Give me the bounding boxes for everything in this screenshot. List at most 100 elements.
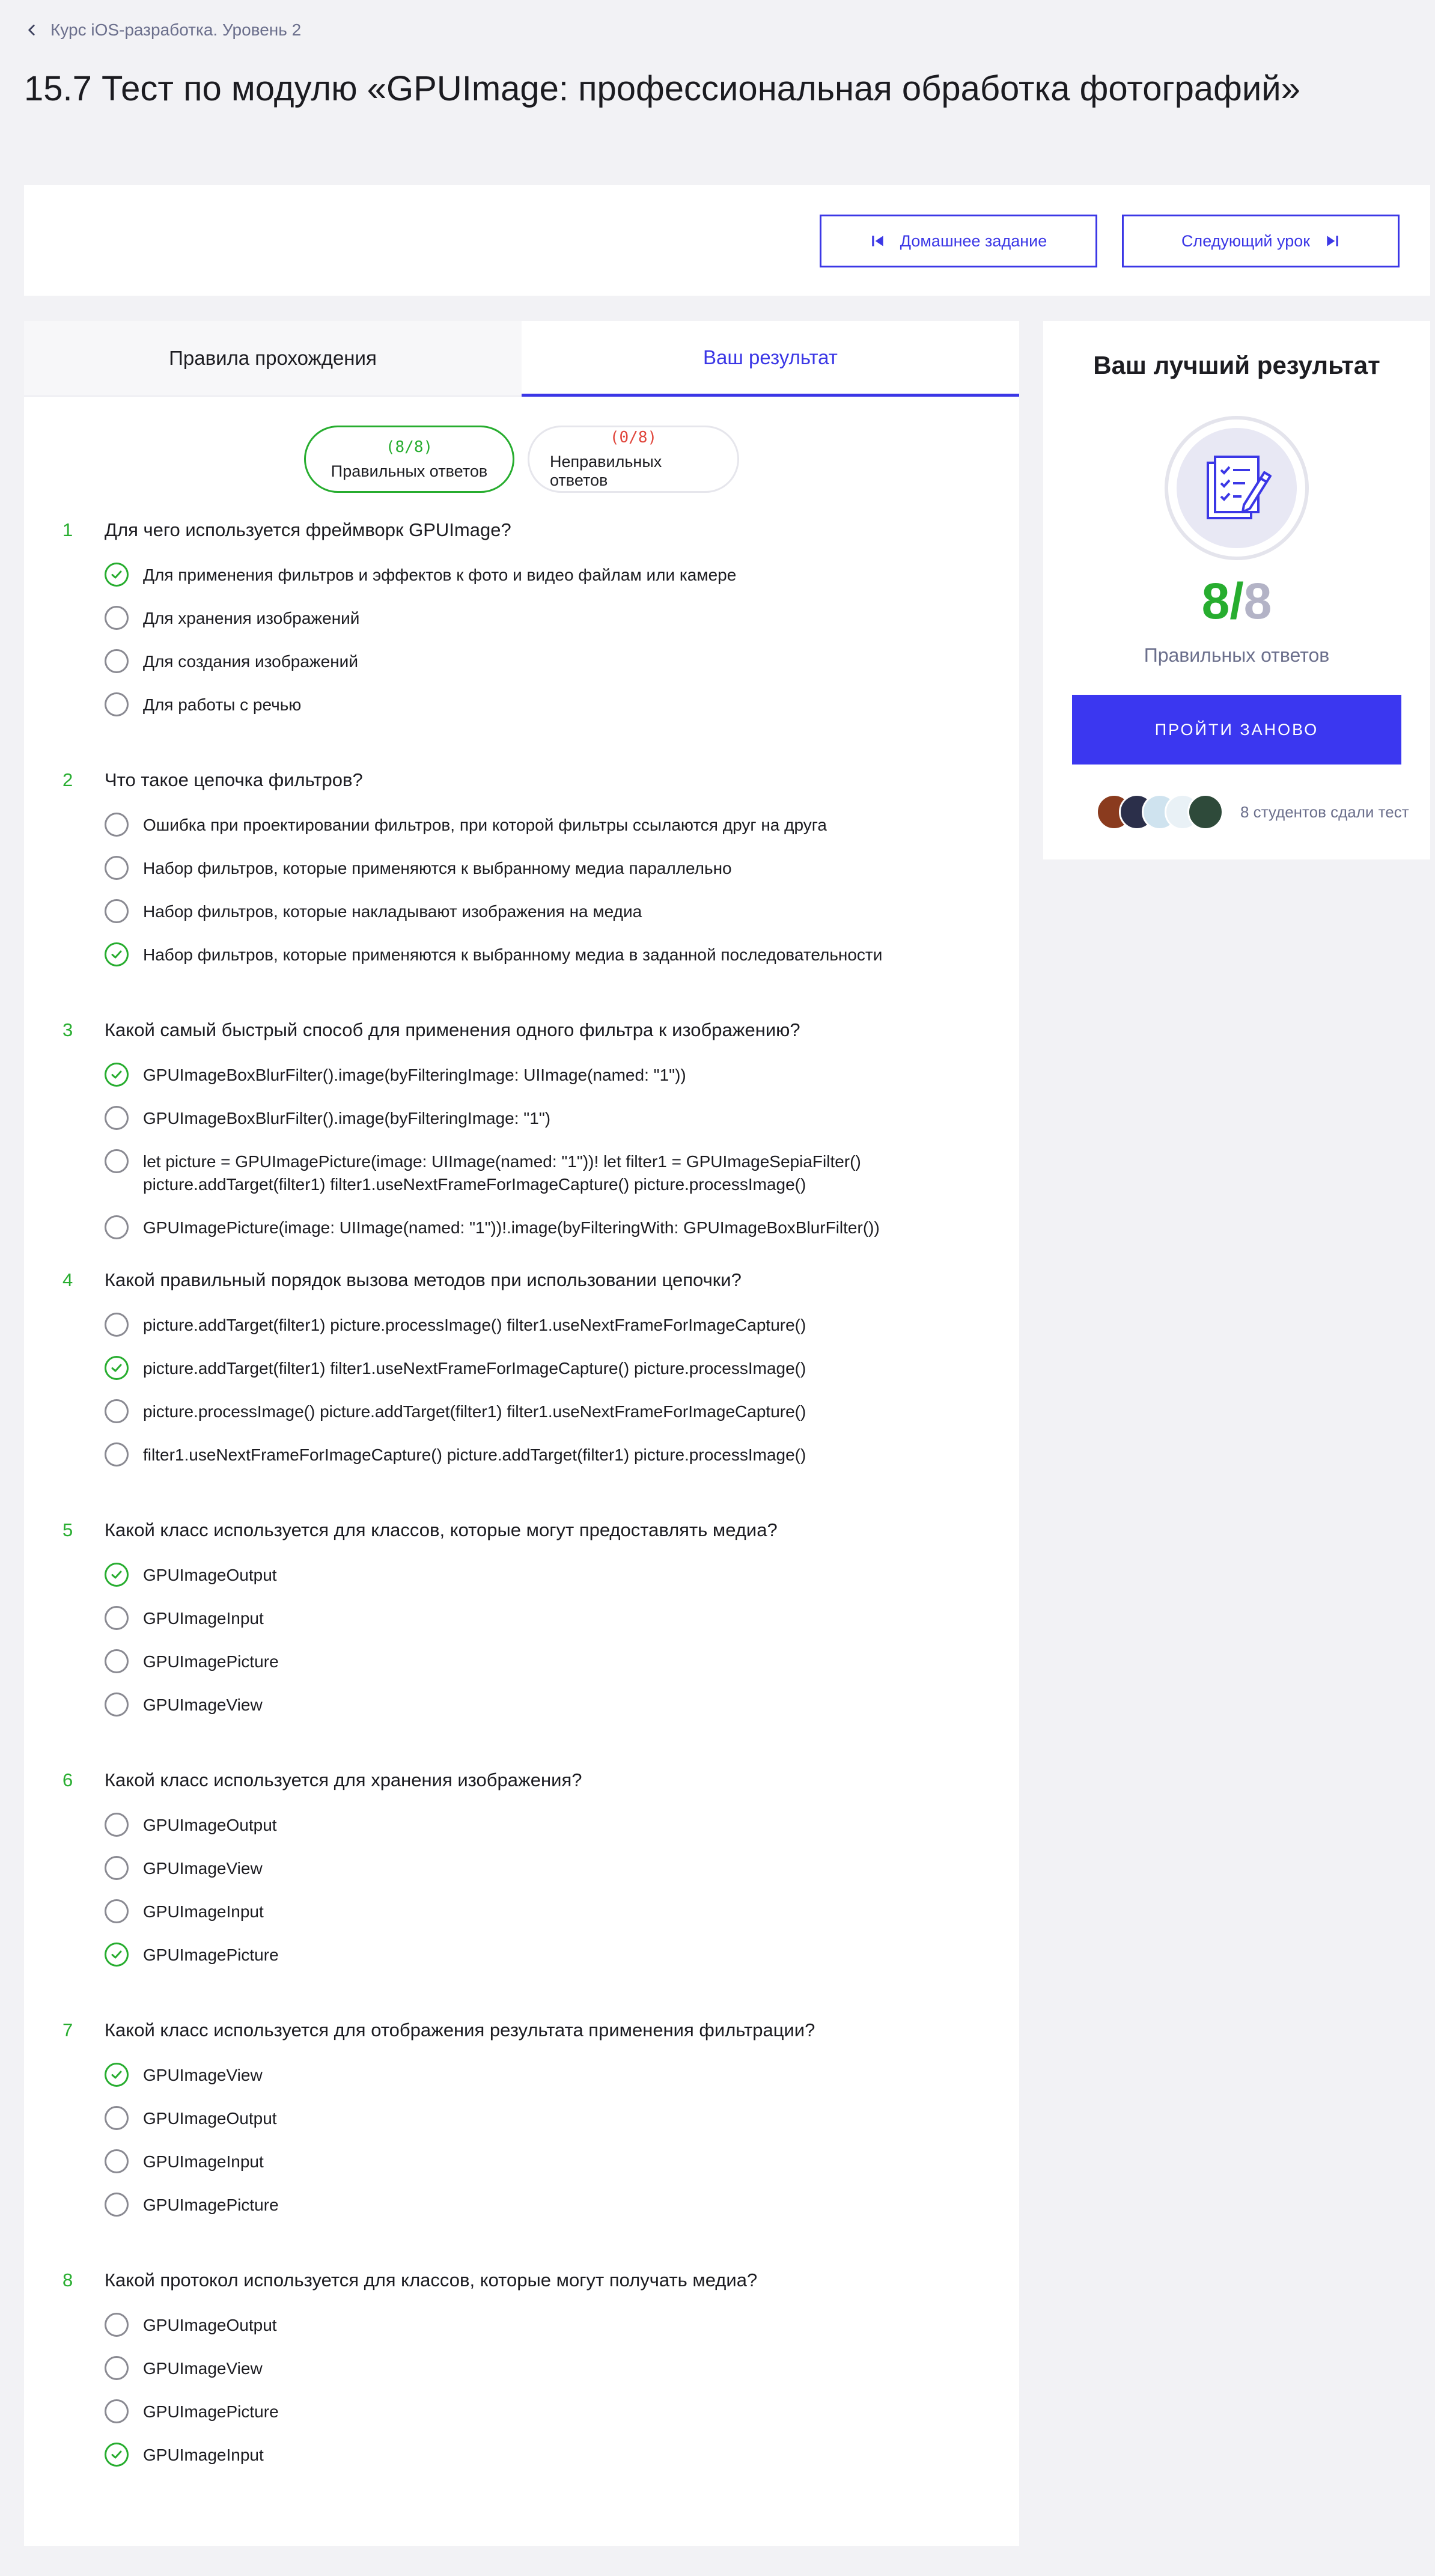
- radio-unchecked-icon[interactable]: [105, 2399, 129, 2423]
- radio-unchecked-icon[interactable]: [105, 813, 129, 837]
- answer-option[interactable]: GPUImageInput: [105, 2149, 958, 2173]
- radio-unchecked-icon[interactable]: [105, 2356, 129, 2380]
- answer-option[interactable]: GPUImagePicture(image: UIImage(named: "1…: [105, 1215, 958, 1239]
- student-avatars: [1096, 794, 1223, 830]
- radio-unchecked-icon[interactable]: [105, 1106, 129, 1130]
- answer-option[interactable]: GPUImagePicture: [105, 1943, 958, 1967]
- wrong-answers-filter[interactable]: (0/8) Неправильных ответов: [528, 426, 739, 493]
- answer-option[interactable]: Для работы с речью: [105, 692, 958, 716]
- radio-unchecked-icon[interactable]: [105, 899, 129, 923]
- answer-option[interactable]: GPUImageBoxBlurFilter().image(byFilterin…: [105, 1106, 958, 1130]
- radio-unchecked-icon[interactable]: [105, 2313, 129, 2337]
- radio-unchecked-icon[interactable]: [105, 692, 129, 716]
- answer-option[interactable]: GPUImageInput: [105, 1899, 958, 1923]
- radio-checked-icon[interactable]: [105, 563, 129, 587]
- radio-checked-icon[interactable]: [105, 1063, 129, 1087]
- correct-answers-filter[interactable]: (8/8) Правильных ответов: [304, 426, 514, 493]
- question-number: 2: [62, 769, 73, 790]
- question: 2 Что такое цепочка фильтров? Ошибка при п…: [24, 769, 1019, 1019]
- radio-checked-icon[interactable]: [105, 1356, 129, 1380]
- question: 8 Какой протокол используется для классов…: [24, 2269, 1019, 2520]
- radio-unchecked-icon[interactable]: [105, 1856, 129, 1880]
- radio-unchecked-icon[interactable]: [105, 2149, 129, 2173]
- tab-rules[interactable]: Правила прохождения: [24, 321, 522, 397]
- answer-option[interactable]: picture.processImage() picture.addTarget…: [105, 1399, 958, 1423]
- score-total: 8: [1243, 573, 1272, 629]
- best-result-card: Ваш лучший результат 8/8 Правильных отве…: [1043, 321, 1430, 859]
- students-passed[interactable]: 8 студентов сдали тест: [1096, 792, 1409, 832]
- answer-option[interactable]: GPUImageOutput: [105, 2106, 958, 2130]
- correct-count: (8/8): [385, 438, 433, 456]
- answer-option[interactable]: let picture = GPUImagePicture(image: UII…: [105, 1149, 958, 1196]
- answer-option[interactable]: picture.addTarget(filter1) picture.proce…: [105, 1313, 958, 1337]
- correct-label: Правильных ответов: [331, 462, 488, 480]
- radio-unchecked-icon[interactable]: [105, 1215, 129, 1239]
- radio-checked-icon[interactable]: [105, 1943, 129, 1967]
- answer-option[interactable]: Для хранения изображений: [105, 606, 958, 630]
- answer-option[interactable]: GPUImageOutput: [105, 1813, 958, 1837]
- answer-option[interactable]: GPUImageOutput: [105, 2313, 958, 2337]
- test-badge: [1165, 416, 1309, 560]
- answer-option[interactable]: GPUImagePicture: [105, 1649, 958, 1673]
- skip-back-icon: [872, 236, 883, 246]
- answer-option[interactable]: Ошибка при проектировании фильтров, при …: [105, 813, 958, 837]
- answer-option[interactable]: GPUImagePicture: [105, 2193, 958, 2217]
- question: 7 Какой класс используется для отображени…: [24, 2019, 1019, 2269]
- answer-option[interactable]: GPUImageOutput: [105, 1563, 958, 1587]
- radio-unchecked-icon[interactable]: [105, 1813, 129, 1837]
- answer-option[interactable]: GPUImageInput: [105, 1606, 958, 1630]
- radio-checked-icon[interactable]: [105, 2443, 129, 2467]
- radio-unchecked-icon[interactable]: [105, 1606, 129, 1630]
- answer-text: GPUImageInput: [143, 2152, 264, 2171]
- question-text: Какой протокол используется для классов,…: [105, 2269, 758, 2291]
- answer-option[interactable]: GPUImageView: [105, 2356, 958, 2380]
- question: 6 Какой класс используется для хранения и…: [24, 1769, 1019, 2019]
- radio-unchecked-icon[interactable]: [105, 1649, 129, 1673]
- radio-unchecked-icon[interactable]: [105, 1313, 129, 1337]
- radio-unchecked-icon[interactable]: [105, 2106, 129, 2130]
- breadcrumb[interactable]: Курс iOS-разработка. Уровень 2: [24, 18, 301, 42]
- answer-text: GPUImageOutput: [143, 2316, 277, 2334]
- radio-unchecked-icon[interactable]: [105, 1899, 129, 1923]
- radio-unchecked-icon[interactable]: [105, 1149, 129, 1173]
- answer-option[interactable]: GPUImageInput: [105, 2443, 958, 2467]
- score-label: Правильных ответов: [1144, 644, 1330, 666]
- radio-unchecked-icon[interactable]: [105, 649, 129, 673]
- radio-checked-icon[interactable]: [105, 2063, 129, 2087]
- answer-text: GPUImagePicture(image: UIImage(named: "1…: [143, 1218, 880, 1237]
- answer-option[interactable]: GPUImagePicture: [105, 2399, 958, 2423]
- radio-unchecked-icon[interactable]: [105, 1692, 129, 1717]
- answer-text: GPUImageOutput: [143, 2109, 277, 2128]
- score-correct: 8: [1201, 573, 1230, 629]
- answer-option[interactable]: Набор фильтров, которые накладывают изоб…: [105, 899, 958, 923]
- answer-option[interactable]: GPUImageView: [105, 1856, 958, 1880]
- radio-checked-icon[interactable]: [105, 942, 129, 966]
- radio-unchecked-icon[interactable]: [105, 1399, 129, 1423]
- homework-label: Домашнее задание: [900, 231, 1047, 250]
- radio-unchecked-icon[interactable]: [105, 856, 129, 880]
- tab-your-result[interactable]: Ваш результат: [522, 321, 1019, 397]
- next-lesson-button[interactable]: Следующий урок: [1122, 215, 1400, 267]
- answer-text: GPUImagePicture: [143, 2196, 279, 2214]
- question-text: Что такое цепочка фильтров?: [105, 769, 363, 790]
- answer-option[interactable]: Для создания изображений: [105, 649, 958, 673]
- answer-option[interactable]: picture.addTarget(filter1) filter1.useNe…: [105, 1356, 958, 1380]
- answer-option[interactable]: Для применения фильтров и эффектов к фот…: [105, 563, 958, 587]
- answer-option[interactable]: Набор фильтров, которые применяются к вы…: [105, 942, 958, 966]
- retry-button[interactable]: ПРОЙТИ ЗАНОВО: [1072, 695, 1401, 765]
- answer-option[interactable]: GPUImageView: [105, 2063, 958, 2087]
- radio-unchecked-icon[interactable]: [105, 1442, 129, 1467]
- question: 3 Какой самый быстрый способ для применен…: [24, 1019, 1019, 1269]
- answer-text: GPUImageView: [143, 2359, 263, 2378]
- answer-option[interactable]: GPUImageBoxBlurFilter().image(byFilterin…: [105, 1063, 958, 1087]
- answer-text: GPUImageView: [143, 2066, 263, 2084]
- answer-option[interactable]: Набор фильтров, которые применяются к вы…: [105, 856, 958, 880]
- answer-option[interactable]: GPUImageView: [105, 1692, 958, 1717]
- answer-text: Набор фильтров, которые применяются к вы…: [143, 859, 732, 877]
- answer-option[interactable]: filter1.useNextFrameForImageCapture() pi…: [105, 1442, 958, 1467]
- radio-unchecked-icon[interactable]: [105, 606, 129, 630]
- answer-text: GPUImagePicture: [143, 1946, 279, 1964]
- homework-button[interactable]: Домашнее задание: [820, 215, 1097, 267]
- radio-checked-icon[interactable]: [105, 1563, 129, 1587]
- radio-unchecked-icon[interactable]: [105, 2193, 129, 2217]
